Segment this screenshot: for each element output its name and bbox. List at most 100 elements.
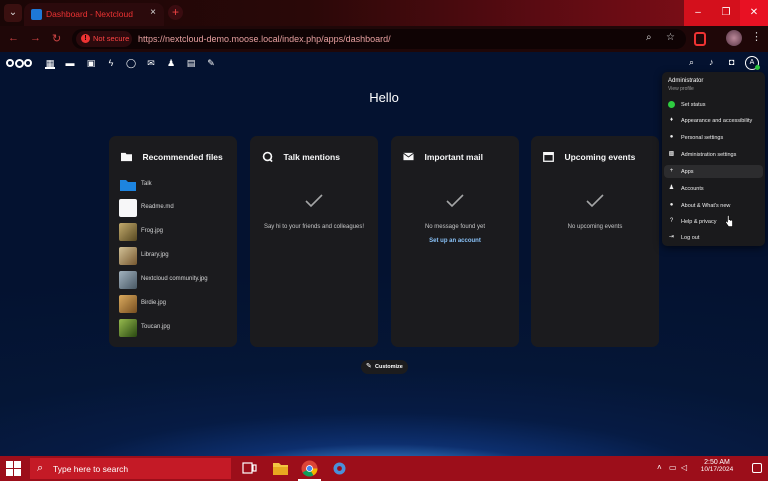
tab-search-icon[interactable]: ⌄ [4, 4, 22, 22]
settings-gear-icon[interactable] [331, 460, 348, 477]
url-text[interactable]: https://nextcloud-demo.moose.local/index… [138, 34, 391, 44]
pencil-icon: ✎ [366, 363, 372, 370]
view-profile-link[interactable]: View profile [668, 86, 694, 92]
file-explorer-icon[interactable] [272, 460, 289, 477]
plus-icon: + [669, 168, 674, 174]
network-icon[interactable]: ▭ [669, 463, 677, 472]
user-display-name[interactable]: Administrator [668, 78, 703, 84]
taskbar-clock[interactable]: 2:50 AM 10/17/2024 [694, 459, 740, 473]
windows-start-icon[interactable] [6, 461, 21, 476]
browser-toolbar: ← → ↻ ! Not secure https://nextcloud-dem… [0, 26, 768, 52]
tray-chevron-icon[interactable]: ˄ [657, 463, 662, 472]
person-icon: ● [669, 134, 674, 140]
nextcloud-logo-icon[interactable] [6, 58, 32, 68]
menu-item-personal-settings[interactable]: ● Personal settings [664, 131, 763, 144]
chrome-icon[interactable] [301, 460, 318, 477]
nextcloud-header: ▦ ▬ ▣ ϟ ◯ ✉ ♟ ▤ ✎ ⌕ ♪ ◘ A [0, 52, 768, 74]
clock-time: 2:50 AM [704, 459, 730, 466]
calendar-app-icon[interactable]: ▤ [186, 57, 196, 69]
info-icon: ● [669, 202, 674, 208]
setup-account-link[interactable]: Set up an account [391, 238, 519, 244]
zoom-icon[interactable]: ⌕ [646, 32, 652, 43]
widget-title: Talk mentions [283, 151, 340, 162]
browser-tab-dashboard[interactable]: Dashboard - Nextcloud × [24, 3, 164, 26]
tab-close-icon[interactable]: × [150, 7, 156, 18]
security-chip[interactable]: ! Not secure [76, 31, 132, 47]
forward-icon[interactable]: → [30, 32, 41, 44]
file-item[interactable]: Frog.jpg [119, 223, 229, 241]
page-greeting: Hello [369, 90, 399, 105]
clock-date: 10/17/2024 [700, 466, 734, 473]
mail-app-icon[interactable]: ✉ [146, 57, 156, 69]
talk-app-icon[interactable]: ◯ [126, 57, 136, 69]
security-label: Not secure [93, 34, 130, 43]
files-app-icon[interactable]: ▬ [65, 57, 75, 69]
file-item[interactable]: Toucan.jpg [119, 319, 229, 337]
file-name: Toucan.jpg [141, 324, 171, 330]
new-tab-button[interactable]: + [168, 5, 183, 20]
folder-icon [120, 180, 136, 191]
contacts-menu-icon[interactable]: ◘ [729, 57, 734, 67]
online-status-dot [755, 65, 760, 70]
volume-icon[interactable]: ◁ [681, 463, 687, 472]
file-item[interactable]: Talk [119, 176, 229, 194]
warning-icon: ! [81, 34, 90, 43]
minimize-button[interactable]: – [684, 0, 712, 26]
taskbar-search-input[interactable]: ⌕ Type here to search [30, 458, 231, 479]
menu-item-about[interactable]: ● About & What's new [664, 199, 763, 212]
admin-settings-icon: ▩ [668, 151, 675, 157]
browser-menu-icon[interactable]: ⋮ [751, 30, 762, 43]
menu-item-appearance[interactable]: ♦ Appearance and accessibility [664, 114, 763, 127]
maximize-button[interactable]: ❐ [712, 0, 740, 26]
search-placeholder: Type here to search [53, 464, 129, 474]
checkmark-icon [586, 194, 604, 208]
notifications-bell-icon[interactable]: ♪ [709, 57, 714, 67]
bookmark-star-icon[interactable]: ☆ [666, 32, 675, 43]
search-icon: ⌕ [37, 462, 44, 474]
back-icon[interactable]: ← [8, 32, 19, 44]
unified-search-icon[interactable]: ⌕ [689, 57, 694, 68]
customize-button[interactable]: ✎ Customize [361, 360, 408, 374]
empty-message: No message found yet [424, 224, 486, 230]
appearance-icon: ♦ [669, 117, 674, 123]
folder-icon [121, 153, 132, 162]
task-view-icon[interactable] [241, 460, 258, 477]
widget-title: Important mail [424, 151, 484, 162]
document-thumbnail [119, 199, 137, 217]
notes-app-icon[interactable]: ✎ [206, 57, 216, 69]
contacts-app-icon[interactable]: ♟ [166, 57, 176, 69]
menu-item-apps[interactable]: + Apps [664, 165, 763, 178]
file-item[interactable]: Readme.md [119, 199, 229, 217]
nextcloud-favicon-icon [31, 9, 42, 20]
dashboard-page: ▦ ▬ ▣ ϟ ◯ ✉ ♟ ▤ ✎ ⌕ ♪ ◘ A Hello Recommen… [0, 52, 768, 456]
file-item[interactable]: Library.jpg [119, 247, 229, 265]
menu-item-label: About & What's new [681, 202, 731, 209]
dashboard-app-icon[interactable]: ▦ [45, 57, 55, 69]
menu-item-set-status[interactable]: Set status [664, 98, 763, 111]
notification-center-icon[interactable] [752, 463, 762, 473]
reload-icon[interactable]: ↻ [52, 32, 61, 45]
menu-item-accounts[interactable]: ♟ Accounts [664, 182, 763, 195]
menu-item-admin-settings[interactable]: ▩ Administration settings [664, 148, 763, 161]
file-item[interactable]: Birdie.jpg [119, 295, 229, 313]
logout-icon: ⇥ [668, 234, 675, 240]
widget-recommended-files: Recommended files Talk Readme.md Frog.jp… [109, 136, 237, 347]
image-thumbnail [119, 295, 137, 313]
address-bar[interactable]: ! Not secure https://nextcloud-demo.moos… [72, 29, 686, 49]
help-icon: ? [669, 218, 674, 224]
activity-app-icon[interactable]: ϟ [106, 57, 116, 69]
close-window-button[interactable]: ✕ [740, 0, 768, 26]
extension-icon[interactable] [694, 32, 706, 46]
empty-message: No upcoming events [567, 224, 623, 230]
menu-item-logout[interactable]: ⇥ Log out [664, 231, 763, 244]
file-name: Talk [141, 181, 152, 187]
menu-item-label: Personal settings [681, 134, 724, 141]
menu-item-help[interactable]: ? Help & privacy [664, 215, 763, 228]
menu-item-label: Appearance and accessibility [681, 117, 753, 124]
talk-bubble-icon [262, 151, 273, 163]
browser-profile-avatar[interactable] [726, 30, 742, 46]
file-item[interactable]: Nextcloud community.jpg [119, 271, 229, 289]
browser-tab-bar: ⌄ Dashboard - Nextcloud × + – ❐ ✕ [0, 0, 768, 26]
photos-app-icon[interactable]: ▣ [86, 57, 96, 69]
image-thumbnail [119, 271, 137, 289]
